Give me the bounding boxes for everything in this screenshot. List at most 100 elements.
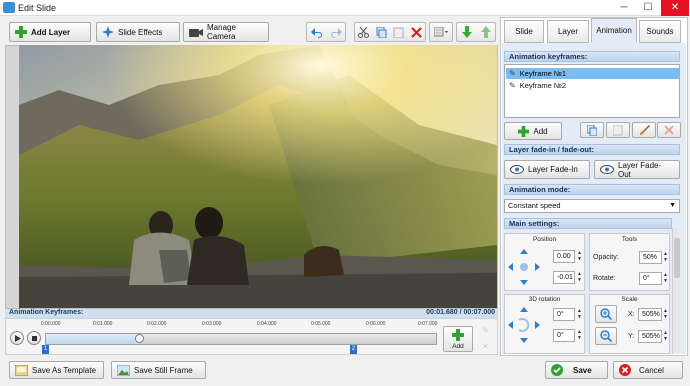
layer-order-group	[456, 22, 496, 42]
maximize-icon[interactable]: ☐	[636, 0, 660, 16]
opacity-spinner[interactable]: ▲ ▼	[662, 251, 669, 264]
tick-label: 0:07.000	[418, 321, 438, 327]
undo-redo-group	[306, 22, 346, 42]
add-keyframe-button[interactable]: Add	[504, 122, 562, 140]
rotate-field[interactable]: 0°	[639, 272, 662, 285]
cancel-button[interactable]: Cancel	[613, 361, 683, 379]
animation-mode-header: Animation mode:	[504, 184, 680, 195]
rotation3d-x-field[interactable]: 0°	[553, 308, 575, 321]
tab-slide[interactable]: Slide	[504, 20, 544, 43]
timeline-time: 00:01.680 / 00:07.000	[426, 309, 495, 316]
apply-style-button[interactable]	[632, 122, 656, 138]
rotation3d-label: 3D rotation	[528, 296, 561, 303]
brush-icon	[639, 124, 650, 135]
paste-icon[interactable]	[390, 23, 408, 41]
tab-animation[interactable]: Animation	[591, 18, 637, 43]
pin-icon: ✎	[509, 81, 516, 90]
keyframe-item[interactable]: ✎ Keyframe №2	[506, 80, 680, 91]
save-button[interactable]: Save	[545, 361, 608, 379]
play-button[interactable]	[10, 331, 24, 345]
scrollbar-thumb[interactable]	[674, 238, 680, 278]
animation-mode-value: Constant speed	[508, 201, 561, 210]
play-icon	[15, 335, 21, 342]
stop-button[interactable]	[27, 331, 41, 345]
fade-out-label: Layer Fade-Out	[618, 160, 662, 179]
rotation3d-y-field[interactable]: 0°	[553, 329, 575, 342]
keyframe-marker[interactable]: 2	[350, 345, 357, 354]
manage-camera-button[interactable]: Manage Camera	[183, 22, 269, 42]
timeline-progress-fill	[46, 334, 140, 344]
tick-label: 0:01.000	[93, 321, 113, 327]
chevron-down-icon: ▼	[669, 202, 676, 209]
position-label: Position	[532, 236, 557, 243]
timeline-add-button[interactable]: Add	[443, 326, 473, 352]
scale-x-field[interactable]: 505%	[638, 308, 662, 321]
scale-y-spinner[interactable]: ▲ ▼	[662, 330, 669, 343]
stop-icon	[32, 336, 37, 341]
check-icon	[551, 364, 563, 376]
delete-keyframe-button[interactable]	[657, 122, 681, 138]
paste-icon	[613, 124, 623, 135]
rotate-3d-icon	[508, 307, 540, 343]
delete-icon[interactable]	[408, 23, 426, 41]
position-x-spinner[interactable]: ▲ ▼	[576, 250, 583, 263]
plus-icon	[518, 125, 530, 137]
rotate-spinner[interactable]: ▲ ▼	[662, 272, 669, 285]
position-x-field[interactable]: 0.00	[553, 250, 575, 263]
copy-icon[interactable]	[373, 23, 391, 41]
plus-icon	[452, 329, 464, 341]
slide-effects-button[interactable]: Slide Effects	[96, 22, 180, 42]
slide-photo[interactable]	[19, 45, 497, 308]
position-y-spinner[interactable]: ▲ ▼	[576, 271, 583, 284]
remove-keyframe-icon[interactable]: ✕	[482, 342, 489, 351]
opacity-field[interactable]: 50%	[639, 251, 662, 264]
redo-icon[interactable]	[326, 23, 345, 41]
rotation3d-x-spinner[interactable]: ▲ ▼	[576, 308, 583, 321]
layer-fade-in-button[interactable]: Layer Fade-In	[504, 160, 590, 179]
zoom-in-button[interactable]	[595, 305, 617, 323]
scale-y-field[interactable]: 505%	[638, 330, 662, 343]
save-as-template-button[interactable]: Save As Template	[9, 361, 104, 379]
tab-layer[interactable]: Layer	[547, 20, 589, 43]
save-still-frame-button[interactable]: Save Still Frame	[111, 361, 206, 379]
close-icon[interactable]: ✕	[661, 0, 689, 16]
tab-sounds[interactable]: Sounds	[639, 20, 681, 43]
template-icon	[15, 364, 28, 376]
rotation3d-y-spinner[interactable]: ▲ ▼	[576, 329, 583, 342]
manage-camera-label: Manage Camera	[207, 23, 236, 41]
add-layer-label: Add Layer	[31, 27, 71, 37]
position-y-field[interactable]: -0.01	[553, 271, 575, 284]
playhead-handle[interactable]	[135, 334, 145, 343]
pin-icon: ✎	[509, 69, 516, 78]
minimize-icon[interactable]: ─	[612, 0, 636, 16]
cut-icon[interactable]	[355, 23, 373, 41]
animation-mode-select[interactable]: Constant speed ▼	[504, 199, 680, 213]
keyframe-marker[interactable]: 1	[42, 345, 49, 354]
position-arrows[interactable]	[506, 247, 542, 287]
zoom-in-icon	[600, 308, 612, 320]
title-bar: Edit Slide ─ ☐ ✕	[0, 0, 690, 16]
save-still-label: Save Still Frame	[134, 365, 193, 375]
move-arrows-icon	[508, 249, 540, 285]
tick-label: 0:05.000	[311, 321, 331, 327]
move-down-icon[interactable]	[457, 23, 476, 41]
scale-label: Scale	[621, 296, 638, 303]
keyframe-item[interactable]: ✎ Keyframe №1	[506, 68, 680, 79]
move-up-icon[interactable]	[476, 23, 495, 41]
tools-label: Tools	[621, 236, 638, 243]
zoom-out-icon	[600, 330, 612, 342]
rotation3d-control[interactable]	[506, 305, 542, 345]
grid-dropdown-button[interactable]	[429, 22, 453, 42]
add-layer-button[interactable]: Add Layer	[9, 22, 91, 42]
timeline-track[interactable]	[45, 333, 437, 345]
layer-fade-out-button[interactable]: Layer Fade-Out	[594, 160, 680, 179]
tick-label: 0:02.000	[147, 321, 167, 327]
scale-x-spinner[interactable]: ▲ ▼	[662, 308, 669, 321]
eye-icon	[510, 165, 524, 174]
copy-keyframe-button[interactable]	[580, 122, 604, 138]
zoom-out-button[interactable]	[595, 327, 617, 345]
undo-icon[interactable]	[307, 23, 326, 41]
panel-scrollbar[interactable]	[672, 228, 680, 354]
wand-icon[interactable]: ✎	[482, 326, 489, 335]
paste-keyframe-button[interactable]	[606, 122, 630, 138]
